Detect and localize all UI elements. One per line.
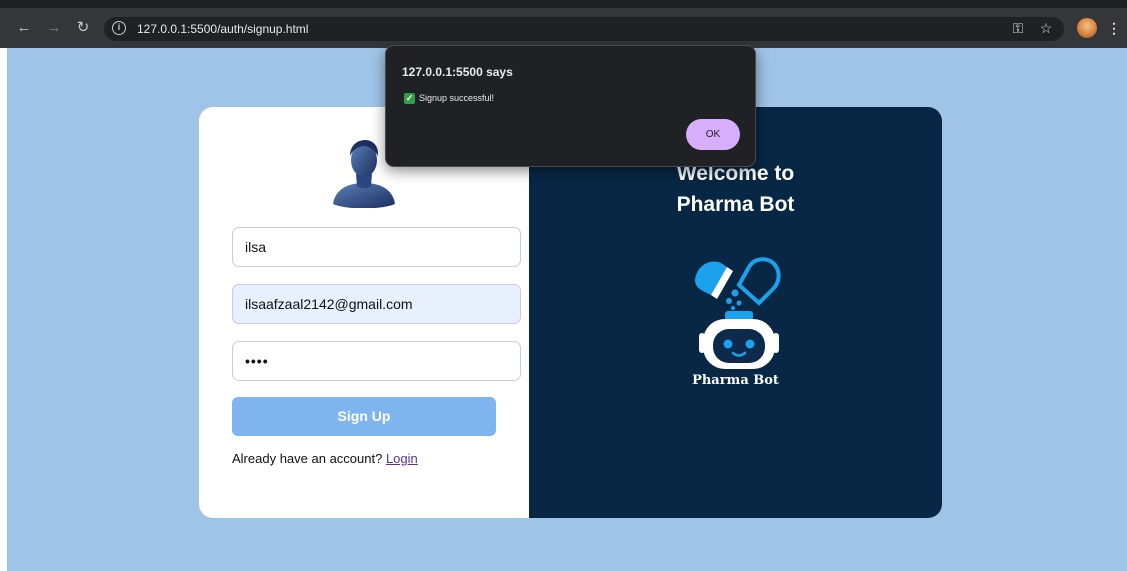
alert-message: Signup successful! — [419, 93, 495, 103]
check-icon: ✓ — [404, 93, 415, 104]
password-input[interactable]: •••• — [232, 341, 521, 381]
account-prompt-text: Already have an account? — [232, 451, 383, 466]
name-input[interactable]: ilsa — [232, 227, 521, 267]
arrow-right-icon[interactable]: → — [44, 18, 64, 38]
browser-toolbar: ← → ↻ i 127.0.0.1:5500/auth/signup.html … — [0, 0, 1127, 48]
pharma-bot-logo-icon — [695, 257, 781, 369]
info-icon[interactable]: i — [112, 21, 126, 35]
alert-dialog: 127.0.0.1:5500 says ✓ Signup successful!… — [385, 45, 756, 167]
signup-button[interactable]: Sign Up — [232, 397, 496, 436]
welcome-line-2: Pharma Bot — [676, 193, 795, 216]
reload-icon[interactable]: ↻ — [73, 18, 93, 38]
url-text[interactable]: 127.0.0.1:5500/auth/signup.html — [137, 21, 308, 37]
email-input[interactable]: ilsaafzaal2142@gmail.com — [232, 284, 521, 324]
pharma-bot-logo-text: Pharma Bot — [692, 373, 779, 388]
login-prompt: Already have an account? Login — [232, 451, 418, 466]
alert-title: 127.0.0.1:5500 says — [402, 65, 513, 79]
star-icon[interactable]: ☆ — [1036, 18, 1056, 38]
address-bar[interactable]: i 127.0.0.1:5500/auth/signup.html — [104, 17, 1064, 41]
alert-ok-button[interactable]: OK — [686, 119, 740, 150]
welcome-heading: Welcome to Pharma Bot — [529, 158, 942, 220]
profile-avatar[interactable] — [1077, 18, 1097, 38]
tab-strip — [0, 0, 1127, 8]
key-icon[interactable]: ⚿ — [1008, 18, 1028, 38]
arrow-left-icon[interactable]: ← — [14, 18, 34, 38]
login-link[interactable]: Login — [386, 451, 418, 466]
more-vert-icon[interactable]: ⋮ — [1104, 18, 1124, 38]
